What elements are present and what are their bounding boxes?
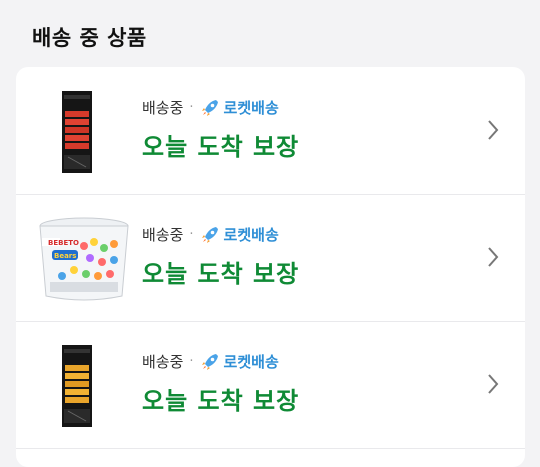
chevron-right-icon[interactable] (487, 373, 499, 395)
status-label: 배송중 (142, 353, 184, 371)
delivery-eta: 오늘 도착 보장 (142, 133, 300, 161)
shipment-item[interactable]: 배송중 · 로켓배송 오늘 도착 보장 (16, 321, 525, 449)
product-thumbnail (34, 343, 134, 429)
status-label: 배송중 (142, 226, 184, 244)
product-thumbnail: BEBETO Bears (34, 216, 134, 302)
status-label: 배송중 (142, 99, 184, 117)
product-thumbnail (34, 89, 134, 175)
separator-dot: · (189, 100, 194, 115)
shipment-item[interactable]: 배송중 · 로켓배송 오늘 도착 보장 (16, 67, 525, 195)
separator-dot: · (189, 354, 194, 369)
chevron-right-icon[interactable] (487, 246, 499, 268)
shipment-list: 배송중 · 로켓배송 오늘 도착 보장 BEBETO Bears 배송중 · 로… (16, 67, 525, 467)
product-brand-text: BEBETO (48, 239, 79, 247)
separator-dot: · (189, 227, 194, 242)
rocket-delivery-badge: 로켓배송 (223, 99, 279, 117)
status-line: 배송중 · 로켓배송 (142, 224, 279, 245)
rocket-delivery-badge: 로켓배송 (223, 226, 279, 244)
shipment-item[interactable]: BEBETO Bears 배송중 · 로켓배송 오늘 도착 보장 (16, 194, 525, 322)
delivery-eta: 오늘 도착 보장 (142, 260, 300, 288)
rocket-delivery-badge: 로켓배송 (223, 353, 279, 371)
section-title: 배송 중 상품 (32, 26, 147, 50)
rocket-icon (200, 98, 220, 118)
delivery-eta: 오늘 도착 보장 (142, 387, 300, 415)
status-line: 배송중 · 로켓배송 (142, 97, 279, 118)
rocket-icon (200, 225, 220, 245)
rocket-icon (200, 352, 220, 372)
chevron-right-icon[interactable] (487, 119, 499, 141)
product-name-text: Bears (54, 252, 76, 260)
status-line: 배송중 · 로켓배송 (142, 351, 279, 372)
